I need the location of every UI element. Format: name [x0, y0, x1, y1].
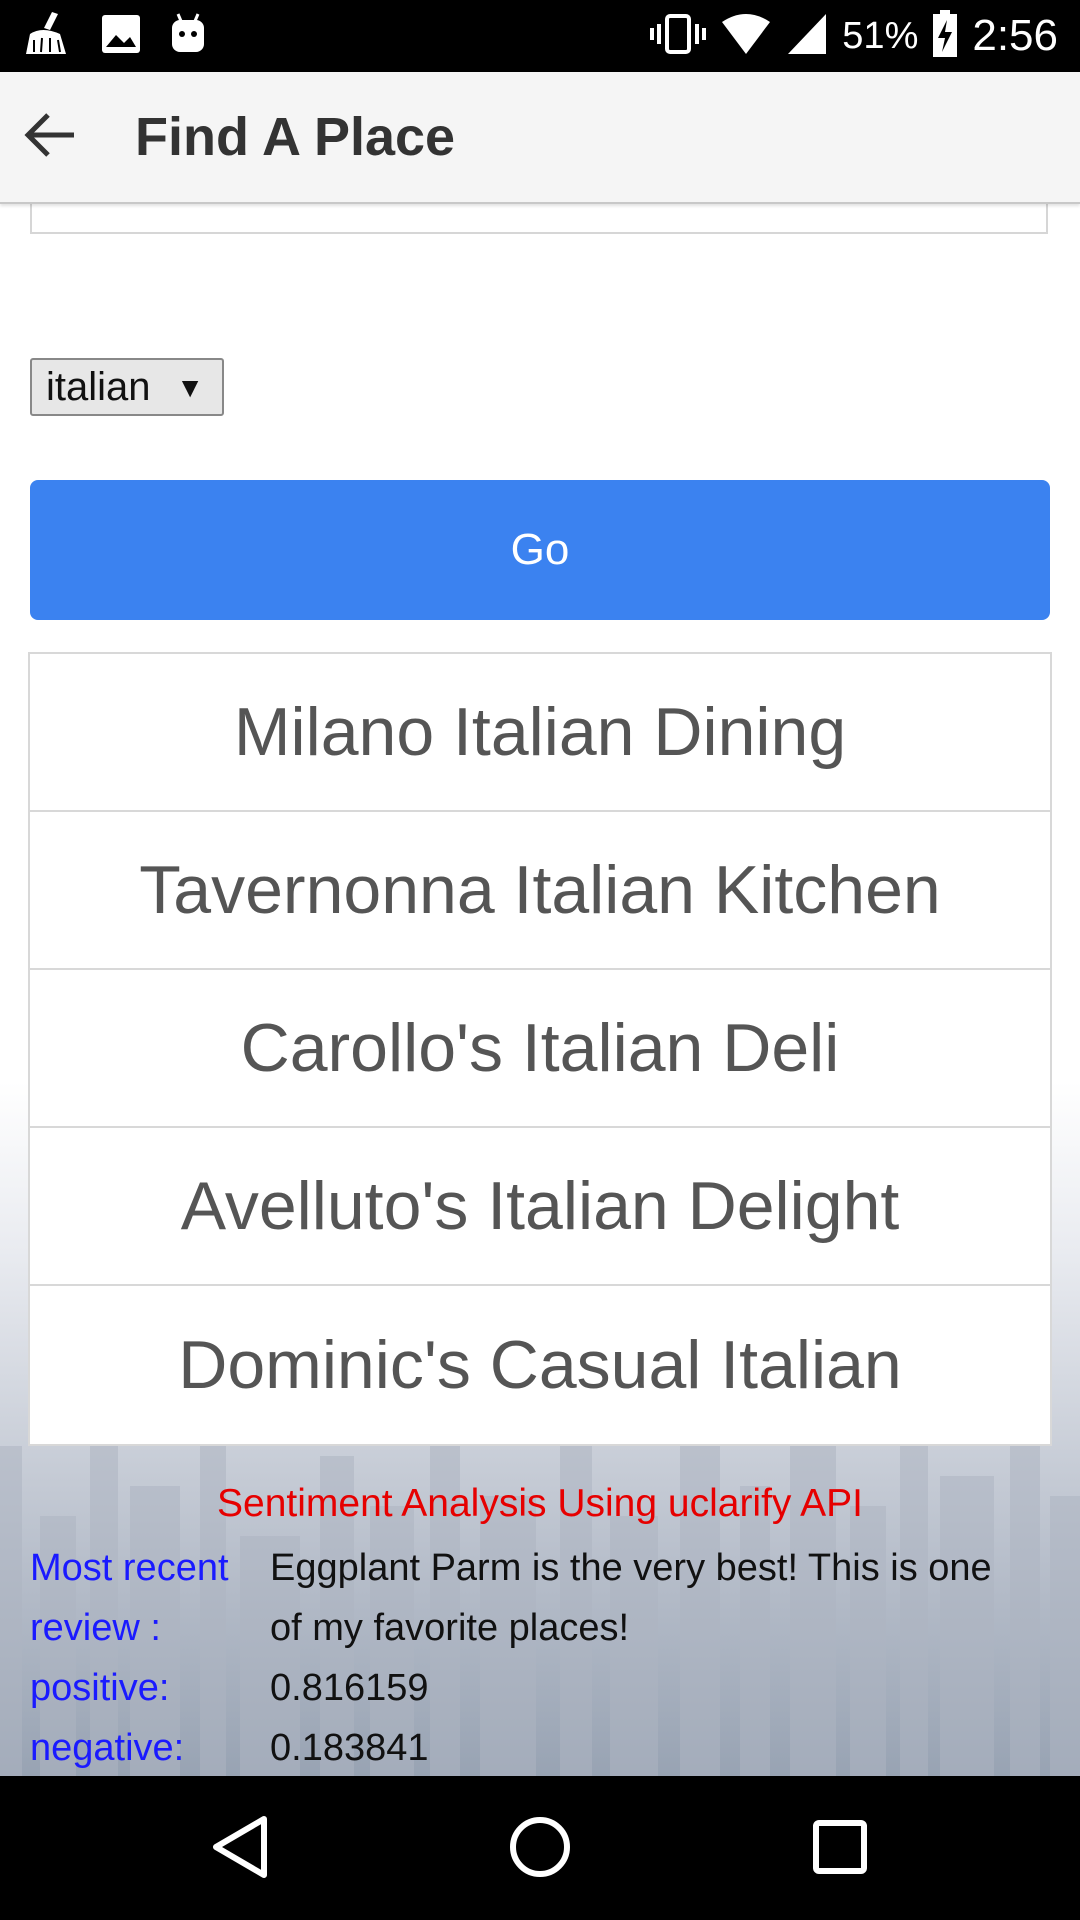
back-button[interactable] [18, 105, 82, 169]
positive-value: 0.816159 [270, 1667, 429, 1709]
results-list: Milano Italian Dining Tavernonna Italian… [28, 652, 1052, 1446]
clock: 2:56 [972, 11, 1058, 60]
go-button[interactable]: Go [30, 480, 1050, 620]
search-input[interactable] [30, 202, 1048, 234]
dropdown-arrow-icon: ▼ [176, 372, 204, 403]
broom-icon [22, 10, 74, 63]
system-nav-bar [0, 1776, 1080, 1920]
cell-signal-icon [786, 12, 828, 61]
battery-percent: 51% [842, 14, 919, 57]
app-bar: Find A Place [0, 72, 1080, 204]
battery-charging-icon [932, 9, 958, 63]
android-icon [168, 12, 208, 61]
negative-label: negative: [30, 1727, 185, 1769]
main-content: italian ▼ Go Milano Italian Dining Taver… [0, 202, 1080, 1776]
wifi-icon [720, 12, 772, 61]
review-label: Most recent review : [30, 1547, 229, 1649]
sentiment-results: Most recent review : Eggplant Parm is th… [30, 1538, 1060, 1776]
image-icon [100, 13, 142, 60]
result-item[interactable]: Dominic's Casual Italian [30, 1286, 1050, 1444]
nav-home-button[interactable] [505, 1814, 575, 1884]
negative-value: 0.183841 [270, 1727, 429, 1769]
result-item[interactable]: Tavernonna Italian Kitchen [30, 812, 1050, 970]
circle-home-icon [508, 1815, 572, 1884]
vibrate-icon [650, 12, 707, 61]
review-text: Eggplant Parm is the very best! This is … [270, 1547, 992, 1649]
positive-label: positive: [30, 1667, 170, 1709]
page-title: Find A Place [135, 107, 456, 167]
status-bar: 51% 2:56 [0, 0, 1080, 72]
category-select[interactable]: italian ▼ [30, 358, 224, 416]
category-select-value: italian [46, 364, 151, 409]
square-recents-icon [812, 1819, 868, 1880]
result-item[interactable]: Milano Italian Dining [30, 654, 1050, 812]
triangle-back-icon [210, 1815, 270, 1884]
arrow-back-icon [24, 111, 76, 164]
result-item[interactable]: Avelluto's Italian Delight [30, 1128, 1050, 1286]
nav-recents-button[interactable] [805, 1814, 875, 1884]
result-item[interactable]: Carollo's Italian Deli [30, 970, 1050, 1128]
sentiment-title: Sentiment Analysis Using uclarify API [217, 1482, 863, 1525]
nav-back-button[interactable] [205, 1814, 275, 1884]
